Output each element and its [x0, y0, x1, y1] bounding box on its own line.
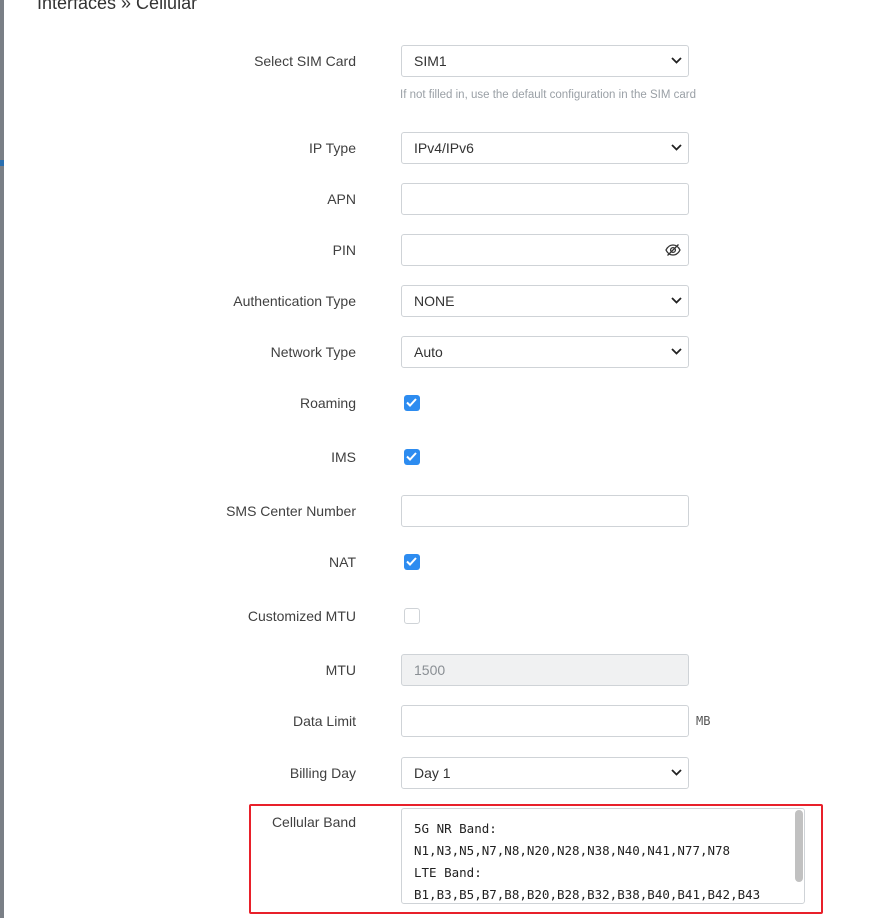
chevron-down-icon [671, 57, 682, 64]
apn-input[interactable] [401, 183, 689, 215]
band-line: N1,N3,N5,N7,N8,N20,N28,N38,N40,N41,N77,N… [414, 843, 731, 858]
mtu-input: 1500 [401, 654, 689, 686]
sim-card-hint: If not filled in, use the default config… [400, 89, 696, 101]
auth-type-label: Authentication Type [233, 293, 356, 309]
row-custom-mtu: Customized MTU [0, 600, 869, 632]
row-ims: IMS [0, 441, 869, 473]
sms-center-label: SMS Center Number [226, 503, 356, 519]
billing-day-value: Day 1 [414, 765, 451, 781]
nat-checkbox[interactable] [404, 554, 420, 570]
cellular-band-scrollbar[interactable] [794, 808, 804, 904]
mtu-label: MTU [325, 662, 356, 678]
band-line: B1,B3,B5,B7,B8,B20,B28,B32,B38,B40,B41,B… [414, 887, 761, 902]
data-limit-input[interactable] [401, 705, 689, 737]
pin-input[interactable] [401, 234, 689, 266]
roaming-label: Roaming [299, 395, 356, 411]
chevron-down-icon [671, 144, 682, 151]
network-type-select[interactable]: Auto [401, 336, 689, 368]
row-ip-type: IP Type IPv4/IPv6 [0, 132, 869, 164]
ip-type-label: IP Type [309, 140, 356, 156]
sms-center-input[interactable] [401, 495, 689, 527]
billing-day-label: Billing Day [289, 765, 356, 781]
chevron-down-icon [671, 769, 682, 776]
row-billing-day: Billing Day Day 1 [0, 757, 869, 789]
ip-type-select[interactable]: IPv4/IPv6 [401, 132, 689, 164]
row-sms-center: SMS Center Number [0, 495, 869, 527]
checkmark-icon [406, 452, 417, 461]
nat-label: NAT [329, 554, 356, 570]
eye-off-icon[interactable] [665, 243, 681, 257]
page-title: Interfaces » Cellular [37, 0, 198, 13]
cellular-band-label: Cellular Band [271, 814, 356, 830]
band-line: 5G NR Band: [414, 821, 497, 836]
apn-label: APN [327, 191, 356, 207]
row-roaming: Roaming [0, 387, 869, 419]
checkmark-icon [406, 398, 417, 407]
roaming-checkbox[interactable] [404, 395, 420, 411]
ip-type-value: IPv4/IPv6 [414, 140, 474, 156]
data-limit-unit: MB [696, 714, 711, 728]
row-network-type: Network Type Auto [0, 336, 869, 368]
auth-type-select[interactable]: NONE [401, 285, 689, 317]
row-nat: NAT [0, 546, 869, 578]
custom-mtu-checkbox[interactable] [404, 608, 420, 624]
row-pin: PIN [0, 234, 869, 266]
sim-card-select[interactable]: SIM1 [401, 45, 689, 77]
row-apn: APN [0, 183, 869, 215]
sim-card-label: Select SIM Card [254, 53, 356, 69]
network-type-label: Network Type [270, 344, 356, 360]
cellular-band-textarea[interactable]: 5G NR Band: N1,N3,N5,N7,N8,N20,N28,N38,N… [401, 808, 805, 904]
row-auth-type: Authentication Type NONE [0, 285, 869, 317]
auth-type-value: NONE [414, 293, 455, 309]
row-data-limit: Data Limit MB [0, 705, 869, 737]
band-line: LTE Band: [414, 865, 482, 880]
custom-mtu-label: Customized MTU [247, 608, 356, 624]
ims-label: IMS [331, 449, 356, 465]
pin-label: PIN [332, 242, 356, 258]
sim-card-value: SIM1 [414, 53, 447, 69]
row-sim-card: Select SIM Card SIM1 [0, 45, 869, 77]
ims-checkbox[interactable] [404, 449, 420, 465]
billing-day-select[interactable]: Day 1 [401, 757, 689, 789]
data-limit-label: Data Limit [292, 713, 356, 729]
chevron-down-icon [671, 348, 682, 355]
row-mtu: MTU 1500 [0, 654, 869, 686]
chevron-down-icon [671, 297, 682, 304]
network-type-value: Auto [414, 344, 443, 360]
checkmark-icon [406, 557, 417, 566]
scrollbar-thumb[interactable] [795, 810, 803, 882]
